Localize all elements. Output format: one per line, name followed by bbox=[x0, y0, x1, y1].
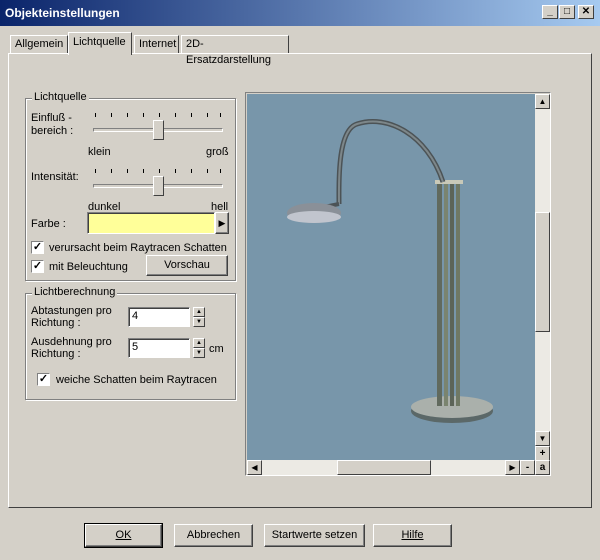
tab-lichtquelle[interactable]: Lichtquelle bbox=[68, 32, 132, 55]
scroll-left-icon[interactable]: ◀ bbox=[247, 460, 262, 475]
farbe-picker-button[interactable]: ▶ bbox=[215, 212, 229, 234]
lamp-preview-image bbox=[247, 94, 535, 460]
ausdehnung-label: Ausdehnung pro Richtung : bbox=[31, 336, 112, 360]
intensitaet-label: Intensität: bbox=[31, 171, 79, 183]
lichtberechnung-group-label: Lichtberechnung bbox=[32, 286, 118, 298]
ausdehnung-spinner[interactable]: ▲ ▼ bbox=[193, 338, 205, 358]
preview-vertical-scrollbar[interactable]: ▲ ▼ + bbox=[535, 94, 550, 461]
lichtberechnung-group: Lichtberechnung Abtastungen pro Richtung… bbox=[25, 286, 236, 400]
maximize-button[interactable]: □ bbox=[559, 5, 575, 19]
vorschau-button[interactable]: Vorschau bbox=[146, 255, 228, 276]
einfluss-max-label: groß bbox=[206, 146, 229, 158]
ausdehnung-input[interactable]: 5 bbox=[128, 338, 190, 358]
scroll-right-icon[interactable]: ▶ bbox=[505, 460, 520, 475]
einfluss-slider-thumb[interactable] bbox=[152, 120, 164, 140]
abtastungen-spinner[interactable]: ▲ ▼ bbox=[193, 307, 205, 327]
einfluss-slider[interactable] bbox=[93, 113, 223, 143]
preview-viewport[interactable]: ▲ ▼ + ◀ ▶ - a bbox=[245, 92, 551, 476]
preview-horizontal-scrollbar[interactable]: ◀ ▶ - bbox=[247, 460, 535, 475]
farbe-label: Farbe : bbox=[31, 218, 66, 230]
intensitaet-slider-thumb[interactable] bbox=[152, 176, 164, 196]
triangle-right-icon: ▶ bbox=[218, 218, 226, 228]
hilfe-button[interactable]: Hilfe bbox=[373, 524, 452, 547]
lichtquelle-group: Lichtquelle Einfluß - bereich : klein gr… bbox=[25, 91, 236, 281]
horizontal-scroll-thumb[interactable] bbox=[337, 460, 431, 475]
ausdehnung-unit: cm bbox=[209, 343, 224, 355]
tab-panel: Lichtquelle Einfluß - bereich : klein gr… bbox=[8, 53, 592, 508]
abtastungen-label: Abtastungen pro Richtung : bbox=[31, 305, 112, 329]
tab-allgemein[interactable]: Allgemein bbox=[10, 35, 68, 54]
scroll-down-icon[interactable]: ▼ bbox=[535, 431, 550, 446]
abbrechen-button[interactable]: Abbrechen bbox=[174, 524, 253, 547]
farbe-color-field[interactable] bbox=[87, 212, 215, 234]
intensitaet-slider[interactable] bbox=[93, 169, 223, 199]
einfluss-label: Einfluß - bereich : bbox=[31, 112, 74, 137]
minimize-button[interactable]: _ bbox=[542, 5, 558, 19]
zoom-out-button[interactable]: - bbox=[520, 460, 535, 475]
zoom-in-button[interactable]: + bbox=[535, 446, 550, 461]
vertical-scroll-thumb[interactable] bbox=[535, 212, 550, 332]
einfluss-min-label: klein bbox=[88, 146, 111, 158]
schatten-checkbox[interactable]: ✓ bbox=[31, 241, 44, 254]
weiche-schatten-label: weiche Schatten beim Raytracen bbox=[56, 374, 217, 386]
ok-button[interactable]: OK bbox=[84, 523, 163, 548]
schatten-label: verursacht beim Raytracen Schatten bbox=[49, 242, 227, 254]
startwerte-setzen-button[interactable]: Startwerte setzen bbox=[264, 524, 365, 547]
spin-up-icon[interactable]: ▲ bbox=[193, 307, 205, 317]
tab-2d-ersatzdarstellung[interactable]: 2D-Ersatzdarstellung bbox=[181, 35, 289, 66]
spin-down-icon[interactable]: ▼ bbox=[193, 348, 205, 358]
tab-internet[interactable]: Internet bbox=[134, 35, 179, 54]
abtastungen-input[interactable]: 4 bbox=[128, 307, 190, 327]
scroll-up-icon[interactable]: ▲ bbox=[535, 94, 550, 109]
spin-up-icon[interactable]: ▲ bbox=[193, 338, 205, 348]
zoom-reset-button[interactable]: a bbox=[535, 460, 550, 475]
beleuchtung-checkbox[interactable]: ✓ bbox=[31, 260, 44, 273]
lichtquelle-group-label: Lichtquelle bbox=[32, 91, 89, 103]
spin-down-icon[interactable]: ▼ bbox=[193, 317, 205, 327]
window-title: Objekteinstellungen bbox=[5, 6, 120, 20]
close-button[interactable]: ✕ bbox=[578, 5, 594, 19]
weiche-schatten-checkbox[interactable]: ✓ bbox=[37, 373, 50, 386]
title-bar: Objekteinstellungen _ □ ✕ bbox=[0, 0, 600, 26]
beleuchtung-label: mit Beleuchtung bbox=[49, 261, 128, 273]
